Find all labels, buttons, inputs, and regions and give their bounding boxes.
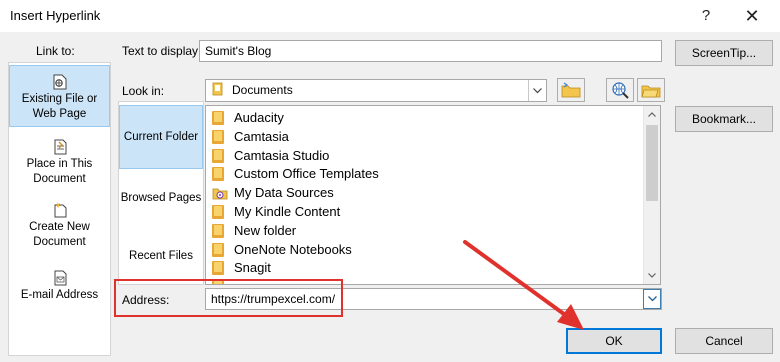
link-to-new-document[interactable]: Create New Document: [9, 198, 110, 250]
link-to-label: Link to:: [36, 44, 75, 58]
title-bar: Insert Hyperlink ? ✕: [0, 0, 780, 32]
folder-icon: [212, 166, 224, 181]
browse-mode-panel: Current Folder Browsed Pages Recent File…: [118, 101, 204, 285]
link-to-panel: Existing File or Web Page Place in This …: [8, 62, 111, 356]
text-to-display-label: Text to display:: [122, 44, 202, 58]
link-to-email[interactable]: E-mail Address: [9, 268, 110, 308]
browse-web-button[interactable]: [606, 78, 634, 102]
link-to-new-document-label: Create New Document: [29, 221, 90, 248]
list-item[interactable]: My Kindle Content: [212, 202, 340, 221]
close-button[interactable]: ✕: [732, 4, 772, 28]
browse-file-icon: [641, 85, 661, 98]
address-highlight-annotation: [114, 279, 343, 317]
current-folder-tab[interactable]: Current Folder: [119, 105, 203, 169]
folder-icon: [212, 148, 224, 163]
file-name: Camtasia Studio: [234, 148, 330, 163]
link-to-place-in-document[interactable]: Place in This Document: [9, 135, 110, 187]
new-document-icon: [54, 202, 66, 218]
browse-web-folder-icon: [561, 82, 581, 98]
look-in-label: Look in:: [122, 84, 165, 98]
link-to-email-label: E-mail Address: [20, 289, 99, 301]
screentip-button[interactable]: ScreenTip...: [675, 40, 773, 66]
list-item[interactable]: Camtasia Studio: [212, 146, 329, 165]
file-name: My Data Sources: [234, 185, 334, 200]
list-item[interactable]: OneNote Notebooks: [212, 240, 352, 259]
folder-icon: [212, 110, 224, 125]
list-item[interactable]: My Data Sources: [212, 183, 334, 202]
file-name: Snagit: [234, 260, 271, 275]
cancel-button[interactable]: Cancel: [675, 328, 773, 354]
folder-icon: [212, 129, 224, 144]
browse-web-icon: [612, 82, 629, 99]
browsed-pages-tab[interactable]: Browsed Pages: [119, 174, 203, 224]
file-name: Audacity: [234, 110, 284, 125]
file-name: Camtasia: [234, 129, 289, 144]
browse-file-button[interactable]: [637, 78, 665, 102]
help-button[interactable]: ?: [686, 4, 726, 28]
list-item[interactable]: Snagit: [212, 258, 271, 277]
scroll-thumb[interactable]: [646, 125, 658, 201]
look-in-value: Documents: [232, 83, 293, 97]
text-to-display-input[interactable]: Sumit's Blog: [199, 40, 662, 62]
chevron-down-icon[interactable]: [643, 289, 661, 309]
file-name: Custom Office Templates: [234, 166, 379, 181]
dialog-title: Insert Hyperlink: [10, 8, 101, 23]
recent-files-tab[interactable]: Recent Files: [119, 232, 203, 282]
email-icon: [54, 270, 66, 286]
folder-icon: [212, 204, 224, 219]
ok-button[interactable]: OK: [566, 328, 662, 354]
file-list[interactable]: Audacity Camtasia Camtasia Studio Custom…: [205, 105, 661, 285]
list-item[interactable]: Camtasia: [212, 127, 289, 146]
bookmark-button[interactable]: Bookmark...: [675, 106, 773, 132]
document-place-icon: [54, 139, 66, 155]
file-name: New folder: [234, 223, 297, 238]
chevron-down-icon[interactable]: [528, 80, 546, 101]
folder-icon: [212, 242, 224, 257]
browse-web-folder-button[interactable]: [557, 78, 585, 102]
scroll-down-icon[interactable]: [644, 267, 660, 284]
file-name: OneNote Notebooks: [234, 242, 352, 257]
globe-file-icon: [53, 74, 66, 90]
folder-icon: [212, 223, 224, 238]
list-item[interactable]: Custom Office Templates: [212, 164, 379, 183]
data-source-icon: [212, 188, 228, 199]
link-to-existing-file-label: Existing File or Web Page: [21, 93, 98, 120]
list-item[interactable]: Audacity: [212, 108, 284, 127]
link-to-place-label: Place in This Document: [26, 158, 93, 185]
link-to-existing-file[interactable]: Existing File or Web Page: [9, 65, 110, 127]
file-name: My Kindle Content: [234, 204, 341, 219]
scroll-up-icon[interactable]: [644, 106, 660, 123]
insert-hyperlink-dialog: Insert Hyperlink ? ✕ Link to: Existing F…: [0, 0, 780, 362]
folder-icon: [212, 260, 224, 275]
file-list-scrollbar[interactable]: [643, 106, 660, 284]
documents-folder-icon: [212, 82, 223, 96]
look-in-dropdown[interactable]: Documents: [205, 79, 547, 102]
list-item[interactable]: New folder: [212, 221, 296, 240]
